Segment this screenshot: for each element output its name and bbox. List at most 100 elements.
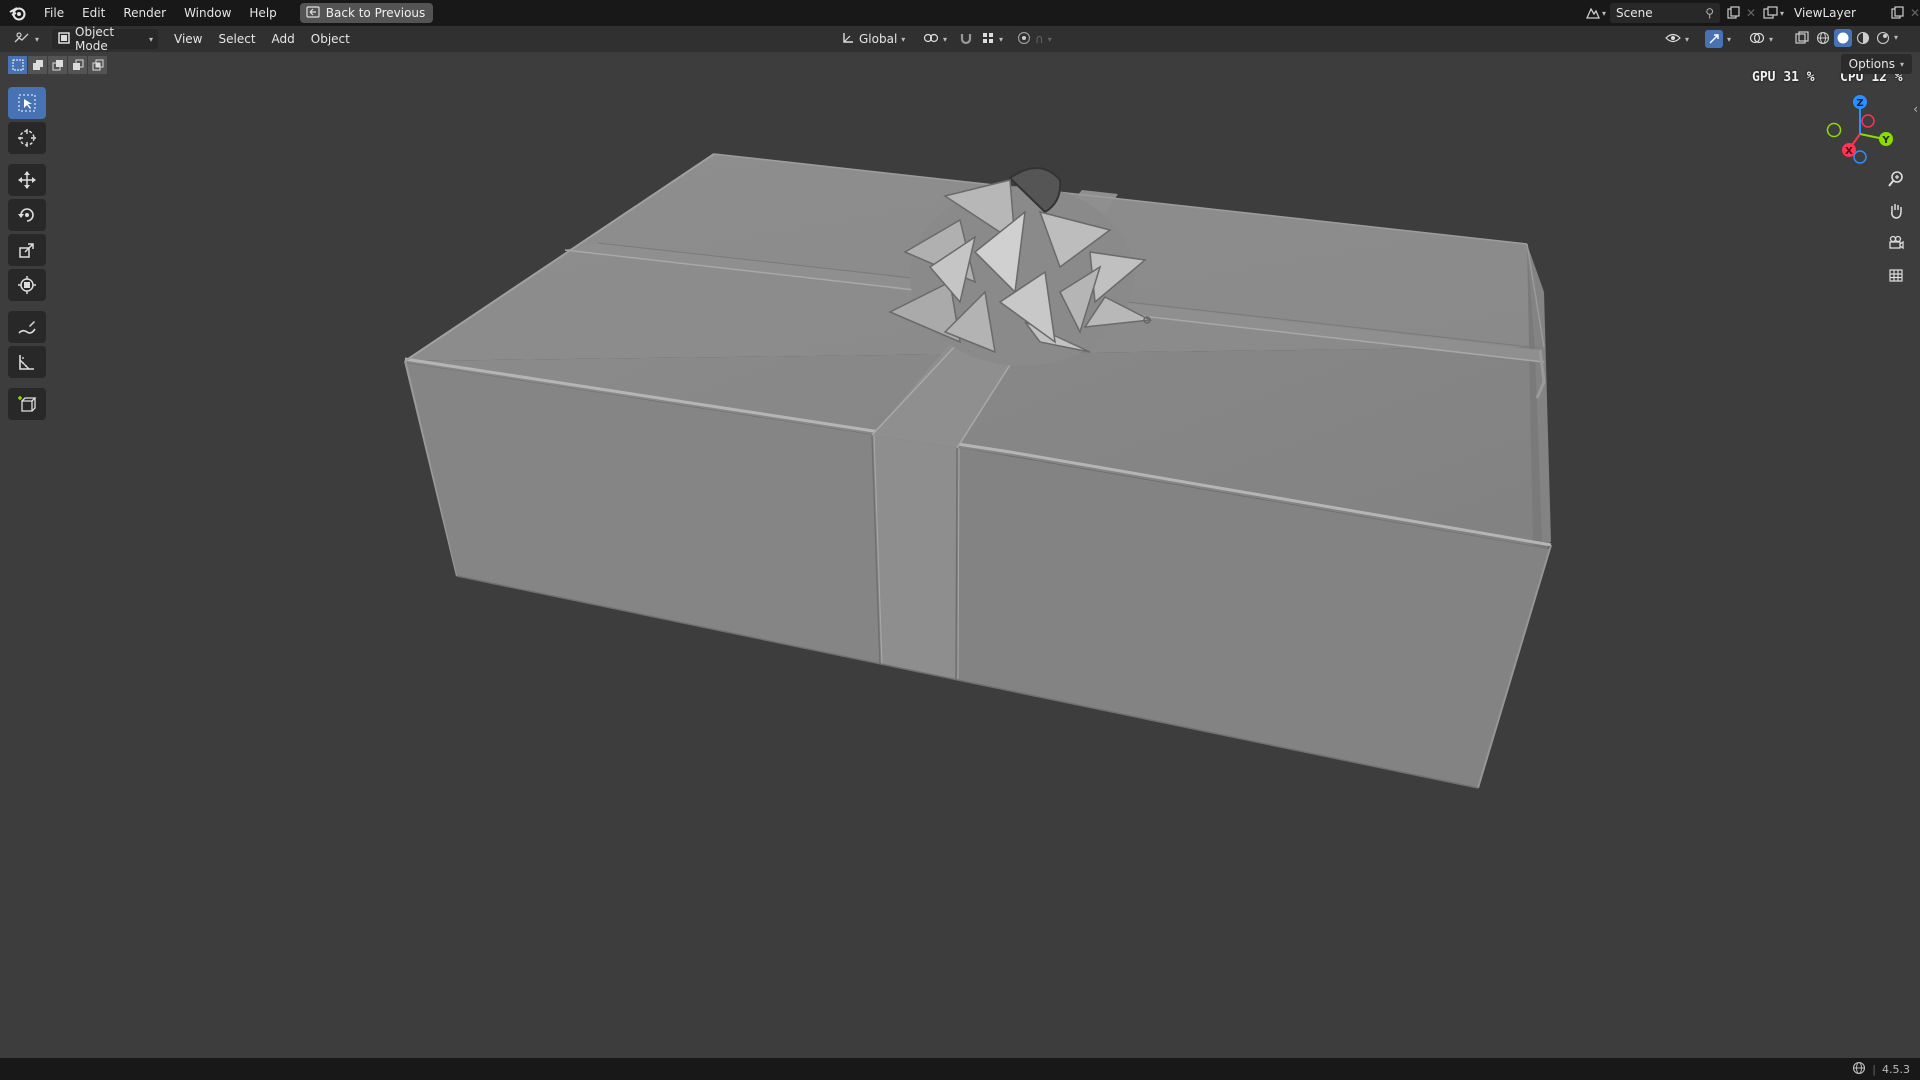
options-dropdown[interactable]: Options ▾ xyxy=(1840,54,1912,74)
x-axis-label: X xyxy=(1845,146,1853,157)
menu-help[interactable]: Help xyxy=(240,2,285,24)
chevron-down-icon: ▾ xyxy=(1780,8,1785,18)
chevron-down-icon: ▾ xyxy=(943,34,948,44)
neg-x-axis-ball[interactable] xyxy=(1861,114,1875,128)
neg-z-axis-ball[interactable] xyxy=(1853,150,1867,164)
screen-back-icon xyxy=(306,5,320,21)
menu-object[interactable]: Object xyxy=(303,32,358,46)
chevron-down-icon: ▾ xyxy=(149,34,154,44)
menu-render[interactable]: Render xyxy=(114,2,175,24)
select-box-icon[interactable] xyxy=(8,87,46,119)
pivot-point-dropdown[interactable]: ▾ xyxy=(918,29,952,49)
hand-pan-icon[interactable] xyxy=(1882,198,1910,224)
move-icon[interactable] xyxy=(8,164,46,196)
orientation-label: Global xyxy=(859,32,898,46)
neg-y-axis-ball[interactable] xyxy=(1826,122,1842,138)
rendered-shading-icon[interactable] xyxy=(1874,29,1892,47)
new-view-layer-icon[interactable] xyxy=(1888,4,1906,22)
gift-box-model[interactable] xyxy=(0,52,1920,1058)
top-bar: File Edit Render Window Help Back to Pre… xyxy=(0,0,1920,26)
menu-file[interactable]: File xyxy=(35,2,73,24)
annotate-icon[interactable] xyxy=(8,311,46,343)
view-layer-name: ViewLayer xyxy=(1794,6,1856,20)
menu-add[interactable]: Add xyxy=(264,32,303,46)
wireframe-shading-icon[interactable] xyxy=(1814,29,1832,47)
scene-name-field[interactable]: Scene ⚲ xyxy=(1610,3,1721,23)
snap-target-dropdown[interactable]: ▾ xyxy=(976,29,1008,49)
mode-dropdown[interactable]: Object Mode ▾ xyxy=(52,25,159,53)
menu-view[interactable]: View xyxy=(166,32,210,46)
back-to-previous-button[interactable]: Back to Previous xyxy=(299,3,434,23)
chevron-down-icon: ▾ xyxy=(1047,34,1052,44)
select-subtract-icon[interactable] xyxy=(48,56,67,74)
select-new-icon[interactable] xyxy=(8,56,27,74)
falloff-icon[interactable]: ∩ xyxy=(1035,32,1044,46)
eye-icon xyxy=(1665,32,1681,47)
menu-window[interactable]: Window xyxy=(175,2,240,24)
orientation-icon xyxy=(841,31,855,48)
magnet-icon xyxy=(959,31,973,48)
add-cube-icon[interactable] xyxy=(8,388,46,420)
blender-logo-icon[interactable] xyxy=(7,2,29,24)
new-scene-icon[interactable] xyxy=(1724,4,1742,22)
delete-view-layer-icon[interactable]: ✕ xyxy=(1906,4,1920,22)
y-axis-label: Y xyxy=(1881,135,1890,146)
editor-type-dropdown[interactable]: ▾ xyxy=(8,29,44,49)
transform-icon[interactable] xyxy=(8,269,46,301)
chevron-down-icon: ▾ xyxy=(1727,34,1732,44)
snap-grid-icon xyxy=(981,31,995,48)
measure-icon[interactable] xyxy=(8,346,46,378)
transform-orientation-dropdown[interactable]: Global ▾ xyxy=(836,29,910,49)
overlays-toggle[interactable]: ▾ xyxy=(1744,29,1778,49)
pivot-icon xyxy=(923,31,939,48)
back-button-label: Back to Previous xyxy=(325,6,426,20)
selection-mode-group xyxy=(8,56,107,74)
select-extend-icon[interactable] xyxy=(28,56,47,74)
menu-select[interactable]: Select xyxy=(211,32,264,46)
3d-viewport-icon xyxy=(13,31,31,48)
visibility-dropdown[interactable]: ▾ xyxy=(1660,29,1694,49)
shading-mode-group: ▾ xyxy=(1814,29,1898,47)
chevron-down-icon: ▾ xyxy=(901,34,906,44)
menu-edit[interactable]: Edit xyxy=(73,2,114,24)
tool-shelf xyxy=(8,87,46,420)
options-label: Options xyxy=(1848,57,1895,71)
xray-toggle[interactable] xyxy=(1790,29,1814,49)
scale-icon[interactable] xyxy=(8,234,46,266)
material-shading-icon[interactable] xyxy=(1854,29,1872,47)
gizmo-icon xyxy=(1705,30,1723,48)
chevron-down-icon: ▾ xyxy=(1602,8,1607,18)
select-intersect-icon[interactable] xyxy=(88,56,107,74)
rotate-icon[interactable] xyxy=(8,199,46,231)
solid-shading-icon[interactable] xyxy=(1834,29,1852,47)
zoom-icon[interactable] xyxy=(1882,166,1910,192)
network-globe-icon[interactable] xyxy=(1852,1061,1866,1078)
viewport-header: ▾ Object Mode ▾ View Select Add Object G… xyxy=(0,25,1920,53)
pin-icon[interactable]: ⚲ xyxy=(1705,6,1714,20)
version-label: 4.5.3 xyxy=(1882,1062,1910,1076)
sidebar-toggle-icon[interactable]: ‹ xyxy=(1913,102,1918,116)
chevron-down-icon: ▾ xyxy=(999,34,1004,44)
scene-selector[interactable]: ▾ Scene ⚲ ✕ xyxy=(1584,2,1760,24)
viewport-nav-buttons xyxy=(1882,166,1910,288)
gizmo-toggle[interactable]: ▾ xyxy=(1700,29,1736,49)
overlays-icon xyxy=(1749,31,1765,48)
proportional-editing-icon xyxy=(1017,31,1031,48)
status-bar: | 4.5.3 xyxy=(0,1058,1920,1080)
camera-icon[interactable] xyxy=(1882,230,1910,256)
delete-scene-icon[interactable]: ✕ xyxy=(1742,4,1760,22)
mode-label: Object Mode xyxy=(75,25,115,53)
view-layer-field[interactable]: ViewLayer xyxy=(1788,3,1899,23)
proportional-editing-toggle[interactable]: ∩ ▾ xyxy=(1012,29,1057,49)
grid-ortho-icon[interactable] xyxy=(1882,262,1910,288)
view-layer-selector[interactable]: ▾ ViewLayer ✕ xyxy=(1762,2,1920,24)
snap-toggle[interactable] xyxy=(954,29,978,49)
select-invert-icon[interactable] xyxy=(68,56,87,74)
3d-viewport[interactable]: GPU 31 % CPU 12 % Options ▾ ‹ Z Y X xyxy=(0,52,1920,1058)
gpu-label: GPU xyxy=(1752,70,1776,85)
navigation-gizmo[interactable]: Z Y X xyxy=(1818,90,1902,174)
scene-icon xyxy=(1584,4,1602,22)
chevron-down-icon[interactable]: ▾ xyxy=(1894,29,1898,47)
chevron-down-icon: ▾ xyxy=(35,34,40,44)
cursor-icon[interactable] xyxy=(8,122,46,154)
